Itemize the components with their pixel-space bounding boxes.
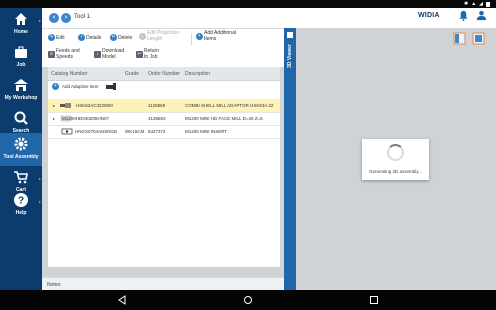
- chevron-right-icon: ▸: [38, 199, 41, 204]
- chevron-right-icon: ▸: [38, 176, 41, 181]
- description-cell: COMBI SHELL MILL ADAPTOR HSK63A 22: [185, 103, 274, 108]
- adaptive-item-icon: [106, 83, 116, 90]
- recents-icon[interactable]: [369, 295, 379, 305]
- notes-label: Notes:: [47, 282, 62, 288]
- notes-field[interactable]: Notes:: [42, 277, 284, 291]
- column-header-description: Description: [185, 71, 211, 77]
- column-header-grade: Grade: [125, 71, 139, 77]
- sidebar: Home ▸ Job My Workshop Search Tool Assem…: [0, 8, 42, 290]
- widia-logo: WIDIA: [418, 12, 440, 19]
- ruler-icon: ↔: [139, 33, 146, 40]
- description-cell: M1200 MINI HD FACE MILL D=40 Z=5: [185, 116, 263, 121]
- forward-arrow-icon[interactable]: ›: [61, 13, 71, 23]
- chevron-right-icon[interactable]: ▸: [53, 116, 55, 121]
- details-button[interactable]: i Details: [78, 34, 101, 41]
- notification-bell-icon[interactable]: [458, 10, 469, 21]
- add-icon: +: [52, 83, 59, 90]
- order-number-cell: 1126868: [148, 103, 166, 108]
- loading-message: Generating 3D assembly...: [369, 169, 422, 174]
- order-number-cell: 5427374: [148, 129, 166, 134]
- edit-button[interactable]: ✎ Edit: [48, 34, 65, 41]
- catalog-number-cell: HSK63AC32200M: [76, 103, 113, 108]
- chevron-right-icon[interactable]: ▸: [53, 103, 55, 108]
- feeds-speeds-icon: ≡: [48, 51, 55, 58]
- back-arrow-icon[interactable]: ‹: [49, 13, 59, 23]
- loading-dialog: Generating 3D assembly...: [362, 139, 429, 180]
- chevron-right-icon: ▸: [38, 18, 41, 23]
- sidebar-item-label: Help: [15, 210, 27, 216]
- fullscreen-icon[interactable]: [472, 32, 485, 45]
- layout-toggle-icon[interactable]: [453, 32, 466, 45]
- viewer-tab-label: 3D Viewer: [287, 44, 293, 68]
- status-bar: ✱ ▲ ◢: [0, 0, 496, 8]
- sidebar-item-label: Job: [16, 62, 26, 68]
- sidebar-item-job[interactable]: Job: [0, 41, 42, 74]
- help-icon: ?: [14, 193, 28, 207]
- column-header-order-number: Order Number: [148, 71, 180, 77]
- add-additional-items-button[interactable]: + Add Additional Items: [196, 30, 236, 42]
- catalog-number-cell: M1200HD040Z05HN07: [62, 116, 110, 121]
- edit-projection-length-button[interactable]: ↔ Edit Projection Length: [139, 30, 179, 42]
- wifi-icon: ◢: [479, 1, 483, 7]
- info-icon: i: [78, 34, 85, 41]
- table-row[interactable]: ▸ M1200HD040Z05HN07 4136863 M1200 MINI H…: [48, 112, 280, 126]
- sidebar-item-help[interactable]: ? Help ▸: [0, 189, 42, 222]
- download-model-button[interactable]: ↓ Download Model: [94, 48, 124, 60]
- loading-spinner-icon: [387, 144, 404, 161]
- delete-icon: ✕: [110, 34, 117, 41]
- catalog-number-cell: HNGX0704ANSNGD: [75, 129, 118, 134]
- feeds-and-speeds-button[interactable]: ≡ Feeds and Speeds: [48, 48, 80, 60]
- assembly-toolbar: ✎ Edit i Details ✕ Delete ↔ Edit Projection …: [42, 29, 284, 67]
- table-header: Catalog Number Grade Order Number Descri…: [48, 67, 280, 81]
- toolbar-divider: [191, 33, 192, 45]
- home-button-icon[interactable]: [243, 295, 253, 305]
- return-to-job-button[interactable]: ↩ Return to Job: [136, 48, 159, 60]
- system-navigation-bar: [0, 290, 496, 310]
- gear-icon: [14, 137, 28, 151]
- table-row[interactable]: ▸ HSK63AC32200M 1126868 COMBI SHELL MILL…: [48, 99, 280, 113]
- insert-thumbnail-icon: [61, 128, 73, 135]
- sidebar-item-my-workshop[interactable]: My Workshop: [0, 74, 42, 107]
- order-number-cell: 4136863: [148, 116, 166, 121]
- battery-icon: [486, 1, 490, 7]
- edit-icon: ✎: [48, 34, 55, 41]
- search-icon: [14, 111, 28, 125]
- return-icon: ↩: [136, 51, 143, 58]
- svg-text:?: ?: [18, 196, 24, 207]
- cart-icon: [14, 171, 28, 184]
- sidebar-item-home[interactable]: Home ▸: [0, 8, 42, 41]
- sidebar-item-label: Home: [14, 29, 28, 35]
- add-adaptive-item-label: Add Adaptive Item: [62, 84, 99, 89]
- job-briefcase-icon: [15, 46, 27, 58]
- delete-button[interactable]: ✕ Delete: [110, 34, 132, 41]
- back-icon[interactable]: [117, 295, 127, 305]
- tool-header: ‹ › Tool 1: [42, 8, 284, 28]
- add-adaptive-item-row[interactable]: + Add Adaptive Item: [48, 80, 280, 93]
- adaptor-thumbnail-icon: [60, 103, 71, 108]
- sidebar-item-label: My Workshop: [4, 95, 38, 101]
- grade-cell: WK15CM: [125, 129, 145, 134]
- download-icon: ↓: [94, 51, 101, 58]
- sidebar-item-tool-assembly[interactable]: Tool Assembly: [0, 133, 42, 166]
- page-title: Tool 1: [74, 14, 91, 20]
- workshop-icon: [14, 79, 28, 91]
- column-header-catalog-number: Catalog Number: [51, 71, 88, 77]
- signal-icon: ▲: [471, 1, 477, 7]
- bluetooth-icon: ✱: [463, 1, 469, 7]
- table-row[interactable]: HNGX0704ANSNGD WK15CM 5427374 M1200 MINI…: [48, 125, 280, 139]
- description-cell: M1200 MINI INSERT: [185, 129, 228, 134]
- viewer-tab[interactable]: 3D Viewer: [284, 28, 296, 290]
- user-profile-icon[interactable]: [476, 10, 487, 21]
- add-icon: +: [196, 33, 203, 40]
- home-icon: [15, 13, 27, 25]
- sidebar-item-label: Tool Assembly: [3, 154, 39, 160]
- assembly-table: Catalog Number Grade Order Number Descri…: [48, 67, 280, 267]
